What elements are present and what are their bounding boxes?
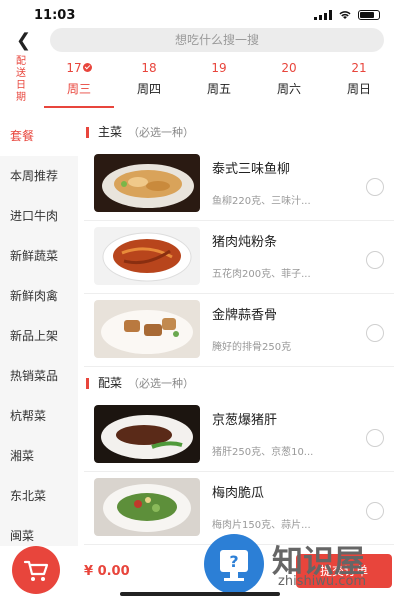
- home-indicator: [120, 592, 280, 596]
- dish-name: 京葱爆猪肝: [212, 413, 278, 428]
- sidebar-item-dongbei[interactable]: 东北菜: [0, 476, 78, 516]
- tab-day-fri[interactable]: 19 周五: [184, 58, 254, 108]
- status-bar: 11:03: [0, 0, 400, 30]
- sidebar-item-vegetables[interactable]: 新鲜蔬菜: [0, 236, 78, 276]
- day-date: 17: [66, 61, 82, 75]
- day-date: 19: [211, 61, 227, 75]
- list-item[interactable]: 京葱爆猪肝 猪肝250克、京葱10...: [84, 399, 394, 472]
- day-name: 周四: [136, 82, 161, 96]
- clock: 11:03: [34, 8, 76, 23]
- dish-image: [94, 227, 200, 285]
- section-note: （必选一种）: [128, 377, 195, 390]
- dish-desc: 腌好的排骨250克: [212, 342, 292, 353]
- status-icons: [314, 10, 380, 20]
- dish-list: 主菜 （必选一种） 泰式三味鱼柳 鱼柳220克、三味汁... 猪肉炖粉条 五花肉2…: [84, 116, 394, 546]
- list-item[interactable]: 金牌蒜香骨 腌好的排骨250克: [84, 294, 394, 367]
- section-marker: [86, 127, 89, 138]
- select-radio[interactable]: [366, 324, 384, 342]
- day-name: 周日: [346, 82, 371, 96]
- select-radio[interactable]: [366, 429, 384, 447]
- sidebar-item-hot[interactable]: 热销菜品: [0, 356, 78, 396]
- tab-day-sat[interactable]: 20 周六: [254, 58, 324, 108]
- day-name: 周五: [206, 82, 231, 96]
- dish-desc: 猪肝250克、京葱10...: [212, 447, 314, 458]
- dish-desc: 五花肉200克、菲子...: [212, 269, 311, 280]
- back-icon[interactable]: ❮: [16, 31, 36, 51]
- sidebar-item-new[interactable]: 新品上架: [0, 316, 78, 356]
- watermark-logo: ?: [204, 534, 264, 594]
- category-sidebar: 套餐 本周推荐 进口牛肉 新鲜蔬菜 新鲜肉禽 新品上架 热销菜品 杭帮菜 湘菜 …: [0, 116, 78, 546]
- sidebar-item-hunan[interactable]: 湘菜: [0, 436, 78, 476]
- dish-image: [94, 300, 200, 358]
- dish-image: [94, 154, 200, 212]
- cart-button[interactable]: [12, 546, 60, 594]
- select-radio[interactable]: [366, 178, 384, 196]
- check-icon: [82, 63, 92, 72]
- section-title: 配菜: [98, 376, 123, 390]
- dish-name: 金牌蒜香骨: [212, 308, 278, 323]
- tab-day-sun[interactable]: 21 周日: [324, 58, 394, 108]
- section-title: 主菜: [98, 125, 123, 139]
- dish-name: 猪肉炖粉条: [212, 235, 278, 250]
- search-input[interactable]: 想吃什么搜一搜: [50, 28, 384, 52]
- day-date: 18: [141, 61, 157, 75]
- cart-icon: [23, 560, 49, 581]
- signal-icon: [314, 10, 332, 20]
- sidebar-item-weekly[interactable]: 本周推荐: [0, 156, 78, 196]
- day-date: 21: [351, 61, 367, 75]
- svg-text:?: ?: [229, 552, 238, 571]
- day-name: 周六: [276, 82, 301, 96]
- sidebar-item-hangzhou[interactable]: 杭帮菜: [0, 396, 78, 436]
- battery-icon: [358, 10, 380, 20]
- sidebar-item-beef[interactable]: 进口牛肉: [0, 196, 78, 236]
- top-bar: ❮ 想吃什么搜一搜: [0, 28, 400, 54]
- wifi-icon: [339, 11, 351, 19]
- section-marker: [86, 378, 89, 389]
- dish-name: 泰式三味鱼柳: [212, 162, 291, 177]
- dish-desc: 梅肉片150克、蒜片...: [212, 520, 311, 531]
- day-date: 20: [281, 61, 297, 75]
- list-item[interactable]: 猪肉炖粉条 五花肉200克、菲子...: [84, 221, 394, 294]
- section-header-side: 配菜 （必选一种）: [84, 367, 394, 399]
- dish-name: 梅肉脆瓜: [212, 486, 265, 501]
- section-header-main: 主菜 （必选一种）: [84, 116, 394, 148]
- sidebar-item-meat[interactable]: 新鲜肉禽: [0, 276, 78, 316]
- day-name: 周三: [66, 82, 91, 96]
- dish-desc: 鱼柳220克、三味汁...: [212, 196, 311, 207]
- select-radio[interactable]: [366, 251, 384, 269]
- tab-day-thu[interactable]: 18 周四: [114, 58, 184, 108]
- dish-image: [94, 405, 200, 463]
- day-tabs: 17 周三 18 周四 19 周五 20 周六 21 周日: [44, 58, 394, 108]
- dish-image: [94, 478, 200, 536]
- watermark-domain: zhishiwu.com: [278, 574, 367, 589]
- cart-total: ¥ 0.00: [84, 564, 130, 579]
- section-note: （必选一种）: [128, 126, 195, 139]
- tab-day-wed[interactable]: 17 周三: [44, 58, 114, 108]
- delivery-date-label: 配送日期: [16, 56, 26, 103]
- list-item[interactable]: 泰式三味鱼柳 鱼柳220克、三味汁...: [84, 148, 394, 221]
- sidebar-item-set-meal[interactable]: 套餐: [0, 116, 78, 156]
- select-radio[interactable]: [366, 502, 384, 520]
